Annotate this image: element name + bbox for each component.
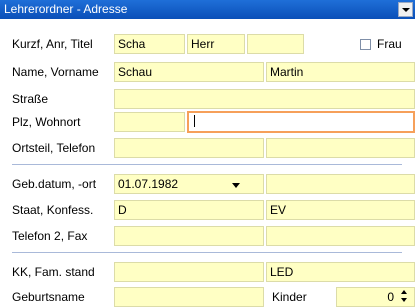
separator xyxy=(12,164,402,165)
spinner-down-icon[interactable] xyxy=(401,298,407,302)
wohnort-field[interactable] xyxy=(187,111,415,133)
konfession-field[interactable]: EV xyxy=(266,200,415,220)
titel-field[interactable] xyxy=(247,34,304,54)
label-strasse: Straße xyxy=(12,92,49,106)
ortsteil-field[interactable] xyxy=(114,138,264,158)
staat-field[interactable]: D xyxy=(114,200,264,220)
label-geb: Geb.datum, -ort xyxy=(12,177,97,191)
name-field[interactable]: Schau xyxy=(114,62,264,82)
geburtsort-field[interactable] xyxy=(266,174,415,194)
anrede-field[interactable]: Herr xyxy=(187,34,245,54)
spinner-up-icon[interactable] xyxy=(401,290,407,294)
title-dropdown-icon[interactable] xyxy=(398,2,413,17)
frau-label: Frau xyxy=(377,37,402,51)
date-dropdown-icon[interactable] xyxy=(232,183,240,188)
geburtsname-field[interactable] xyxy=(114,287,264,307)
title-bar: Lehrerordner - Adresse xyxy=(0,0,415,19)
telefon-field[interactable] xyxy=(266,138,415,158)
window-title: Lehrerordner - Adresse xyxy=(4,2,128,16)
telefon2-field[interactable] xyxy=(114,226,264,246)
spinner-icon[interactable] xyxy=(400,289,409,305)
text-caret xyxy=(194,115,195,127)
label-kinder: Kinder xyxy=(272,290,307,304)
fax-field[interactable] xyxy=(266,226,415,246)
label-kk: KK, Fam. stand xyxy=(12,265,95,279)
label-name: Name, Vorname xyxy=(12,65,99,79)
strasse-field[interactable] xyxy=(114,89,415,109)
kk-field[interactable] xyxy=(114,262,264,282)
label-geburtsname: Geburtsname xyxy=(12,290,85,304)
plz-field[interactable] xyxy=(114,112,185,132)
label-ortsteil: Ortsteil, Telefon xyxy=(12,141,96,155)
kurzform-field[interactable]: Scha xyxy=(114,34,185,54)
label-kurzf: Kurzf, Anr, Titel xyxy=(12,37,93,51)
label-staat: Staat, Konfess. xyxy=(12,203,94,217)
frau-checkbox[interactable] xyxy=(360,39,371,50)
familienstand-field[interactable]: LED xyxy=(266,262,415,282)
vorname-field[interactable]: Martin xyxy=(266,62,415,82)
label-plz: Plz, Wohnort xyxy=(12,115,81,129)
label-telefon2: Telefon 2, Fax xyxy=(12,229,88,243)
geburtsdatum-field[interactable]: 01.07.1982 xyxy=(114,174,264,194)
separator xyxy=(12,252,402,253)
